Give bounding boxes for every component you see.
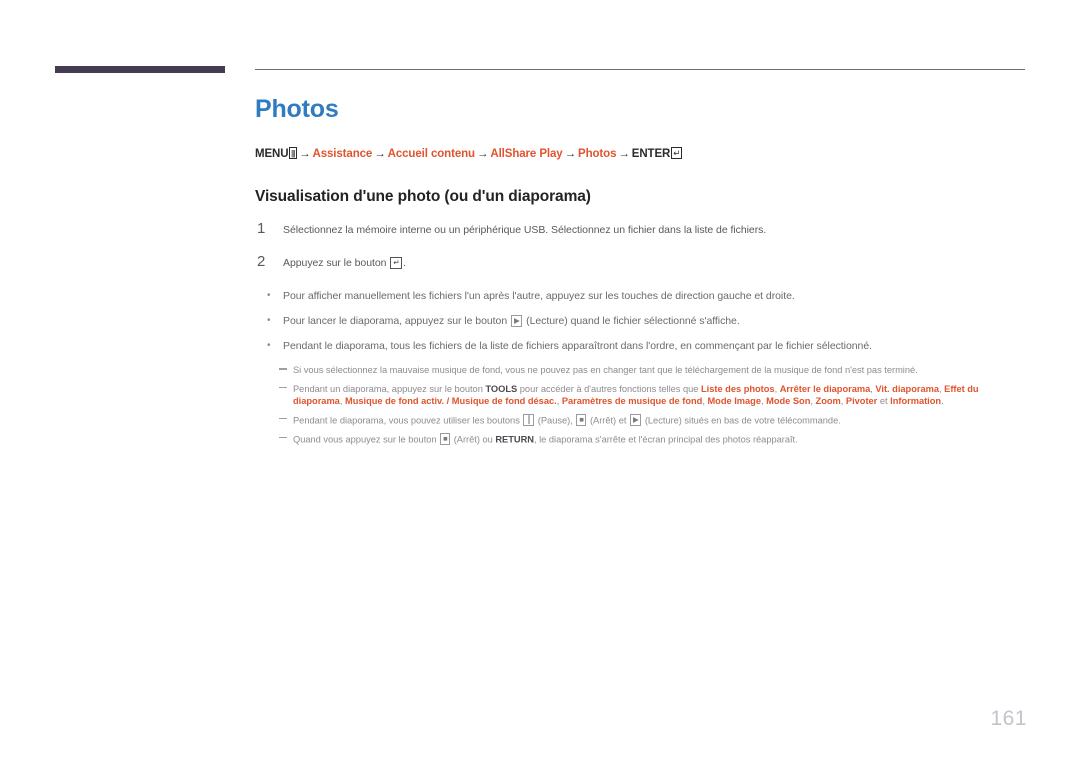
step-number: 2 [257,253,266,270]
option-vit-diaporama[interactable]: Vit. diaporama [875,384,939,394]
option-zoom[interactable]: Zoom [816,396,841,406]
step-text-after: . [403,257,406,269]
note-dash-icon [279,417,287,419]
note-text-before: Pendant le diaporama, vous pouvez utilis… [293,415,523,425]
step-item: 1 Sélectionnez la mémoire interne ou un … [255,220,1027,237]
option-musique-de-fond-activ-desac[interactable]: Musique de fond activ. / Musique de fond… [345,396,557,406]
note-item: Quand vous appuyez sur le bouton ■ (Arrê… [255,432,1027,446]
bullet-item: • Pendant le diaporama, tous les fichier… [255,339,1027,353]
bullet-marker: • [267,315,271,326]
path-arrow-3: → [476,148,489,160]
step-text: Sélectionnez la mémoire interne ou un pé… [283,224,767,236]
bullet-list: • Pour afficher manuellement les fichier… [255,289,1027,353]
section-heading: Visualisation d'une photo (ou d'un diapo… [255,188,591,205]
note-conjunction: et [877,396,891,406]
play-icon: ▶ [629,413,642,426]
stop-icon: ■ [576,413,587,426]
bullet-item: • Pour lancer le diaporama, appuyez sur l… [255,314,1027,328]
bullet-item: • Pour afficher manuellement les fichier… [255,289,1027,303]
enter-label: ENTER [631,148,671,160]
breadcrumb-item-allshare-play[interactable]: AllShare Play [490,148,562,160]
path-arrow-4: → [564,148,577,160]
page-content: Photos MENU ||| → Assistance → Accueil conten… [255,94,1027,452]
option-liste-des-photos[interactable]: Liste des photos [701,384,775,394]
menu-path-breadcrumb: MENU ||| → Assistance → Accueil contenu → AllSh… [255,147,1027,161]
bullet-text: Pendant le diaporama, tous les fichiers … [283,340,872,352]
bullet-marker: • [267,340,271,351]
note-text-before: Pendant un diaporama, appuyez sur le bou… [293,383,486,394]
step-text-before: Appuyez sur le bouton [283,257,390,269]
note-text-mid: (Arrêt) ou [451,434,496,444]
note-label-play: (Lecture) situés en bas de votre télécom… [642,415,841,425]
note-dash-icon [279,436,287,438]
note-text-before: Quand vous appuyez sur le bouton [293,434,440,444]
bullet-text: Pour afficher manuellement les fichiers … [283,290,795,302]
steps-list: 1 Sélectionnez la mémoire interne ou un … [255,220,1027,270]
path-arrow-5: → [618,148,630,160]
note-text-after: , le diaporama s'arrête et l'écran princ… [533,434,798,444]
menu-label: MENU [255,148,289,160]
option-mode-image[interactable]: Mode Image [707,396,761,406]
note-item: Pendant un diaporama, appuyez sur le bou… [255,383,1027,408]
header-rule [255,69,1025,70]
bullet-text-after: (Lecture) quand le fichier sélectionné s… [523,315,740,327]
option-arreter-le-diaporama[interactable]: Arrêter le diaporama [780,384,871,394]
note-label-stop: (Arrêt) et [587,415,629,425]
enter-return-icon: ↵ [670,147,683,159]
header-accent-bar [55,66,225,73]
bullet-text-before: Pour lancer le diaporama, appuyez sur le… [283,315,510,327]
page-number: 161 [990,707,1027,730]
step-item: 2 Appuyez sur le bouton ↵. [255,253,1027,270]
menu-grid-icon: ||| [288,147,297,159]
page-title: Photos [255,95,339,123]
enter-return-icon: ↵ [390,256,403,269]
note-text-end: . [941,396,944,406]
option-pivoter[interactable]: Pivoter [846,396,877,406]
note-text: Si vous sélectionnez la mauvaise musique… [293,365,918,375]
note-item: Pendant le diaporama, vous pouvez utilis… [255,413,1027,427]
option-parametres-de-musique-de-fond[interactable]: Paramètres de musique de fond [562,396,702,406]
note-item: Si vous sélectionnez la mauvaise musique… [255,364,1027,377]
note-dash-icon [279,386,287,388]
path-arrow-2: → [374,148,386,160]
option-information[interactable]: Information [890,396,941,406]
breadcrumb-item-photos[interactable]: Photos [578,148,616,160]
note-dash-icon [279,368,287,370]
bullet-marker: • [267,290,271,301]
notes-list: Si vous sélectionnez la mauvaise musique… [255,364,1027,446]
option-mode-son[interactable]: Mode Son [766,396,810,406]
return-key-label: RETURN [495,434,534,444]
breadcrumb-item-assistance[interactable]: Assistance [313,148,373,160]
step-number: 1 [257,220,266,237]
pause-icon: ║ [523,413,535,426]
note-label-pause: (Pause), [535,415,576,425]
note-text-mid: pour accéder à d'autres fonctions telles… [517,383,702,394]
play-icon: ▶ [511,314,523,327]
breadcrumb-item-accueil-contenu[interactable]: Accueil contenu [388,148,475,160]
stop-icon: ■ [440,432,451,445]
tools-key-label: TOOLS [485,383,518,394]
path-arrow-1: → [299,148,311,160]
